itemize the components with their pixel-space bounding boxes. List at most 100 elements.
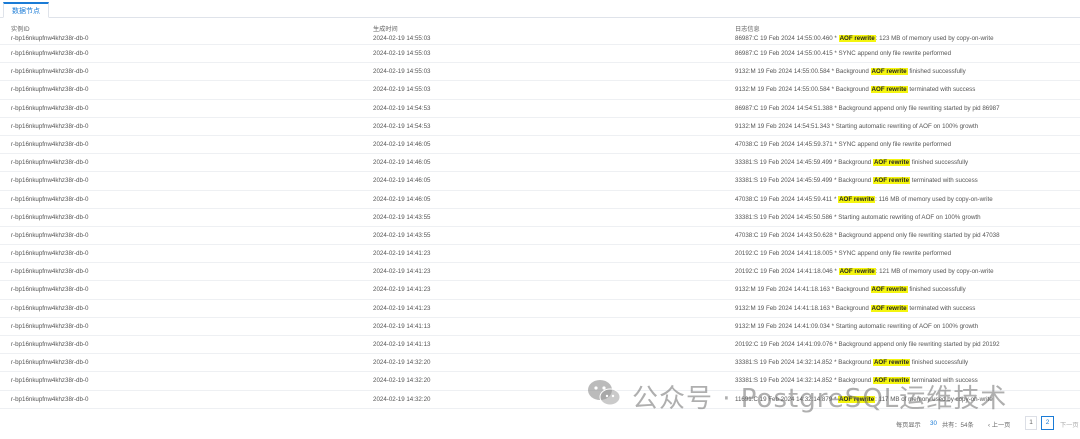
log-text: 9132:M 19 Feb 2024 14:54:51.343 * Starti… (735, 122, 979, 130)
cell-time: 2024-02-19 14:41:13 (373, 322, 431, 330)
cell-time: 2024-02-19 14:46:05 (373, 195, 431, 203)
cell-time: 2024-02-19 14:54:53 (373, 104, 431, 112)
table-row[interactable]: r-bp16nkupfnw4khz38r-db-0 2024-02-19 14:5… (0, 35, 1080, 45)
table-row[interactable]: r-bp16nkupfnw4khz38r-db-0 2024-02-19 14:4… (0, 209, 1080, 227)
log-text: 9132:M 19 Feb 2024 14:41:09.034 * Starti… (735, 322, 979, 330)
log-text-tail: terminated with success (907, 86, 976, 94)
cell-instance-id: r-bp16nkupfnw4khz38r-db-0 (11, 322, 89, 330)
cell-instance-id: r-bp16nkupfnw4khz38r-db-0 (11, 268, 89, 276)
cell-instance-id: r-bp16nkupfnw4khz38r-db-0 (11, 213, 89, 221)
cell-instance-id: r-bp16nkupfnw4khz38r-db-0 (11, 341, 89, 348)
log-highlight: AOF rewrite (872, 177, 911, 185)
cell-log: 9132:M 19 Feb 2024 14:55:00.584 * Backgr… (735, 68, 966, 76)
table-row[interactable]: r-bp16nkupfnw4khz38r-db-0 2024-02-19 14:5… (0, 81, 1080, 100)
table-row[interactable]: r-bp16nkupfnw4khz38r-db-0 2024-02-19 14:4… (0, 245, 1080, 264)
column-header-time[interactable]: 生成时间 (373, 24, 398, 33)
log-text-tail: finished successfully (910, 359, 969, 367)
log-text: 20192:C 19 Feb 2024 14:41:18.005 * SYNC … (735, 250, 952, 258)
cell-log: 47038:C 19 Feb 2024 14:43:50.628 * Backg… (735, 232, 1000, 239)
watermark: 公众号 · PostgreSQL运维技术 (586, 372, 1056, 416)
log-highlight: AOF rewrite (838, 268, 876, 276)
table-row[interactable]: r-bp16nkupfnw4khz38r-db-0 2024-02-19 14:4… (0, 154, 1080, 173)
watermark-text: 公众号 · PostgreSQL运维技术 (632, 384, 1008, 414)
page-button-1[interactable]: 1 (1025, 416, 1037, 430)
table-row[interactable]: r-bp16nkupfnw4khz38r-db-0 2024-02-19 14:4… (0, 172, 1080, 191)
page-button-2-current[interactable]: 2 (1041, 416, 1054, 430)
cell-instance-id: r-bp16nkupfnw4khz38r-db-0 (11, 177, 89, 185)
table-row[interactable]: r-bp16nkupfnw4khz38r-db-0 2024-02-19 14:4… (0, 336, 1080, 355)
page-size-select[interactable]: 30 (930, 420, 937, 427)
cell-instance-id: r-bp16nkupfnw4khz38r-db-0 (11, 50, 89, 57)
cell-log: 86987:C 19 Feb 2024 14:55:00.460 * AOF r… (735, 35, 994, 42)
table-row[interactable]: r-bp16nkupfnw4khz38r-db-0 2024-02-19 14:5… (0, 63, 1080, 82)
log-highlight: AOF rewrite (870, 68, 908, 76)
cell-log: 20192:C 19 Feb 2024 14:41:18.005 * SYNC … (735, 250, 951, 257)
table-row[interactable]: r-bp16nkupfnw4khz38r-db-0 2024-02-19 14:4… (0, 227, 1080, 246)
log-text-tail: finished successfully (910, 159, 969, 167)
cell-instance-id: r-bp16nkupfnw4khz38r-db-0 (11, 304, 89, 312)
cell-instance-id: r-bp16nkupfnw4khz38r-db-0 (11, 140, 89, 148)
table-row[interactable]: r-bp16nkupfnw4khz38r-db-0 2024-02-19 14:4… (0, 318, 1080, 336)
cell-instance-id: r-bp16nkupfnw4khz38r-db-0 (11, 377, 89, 385)
table-row[interactable]: r-bp16nkupfnw4khz38r-db-0 2024-02-19 14:5… (0, 118, 1080, 136)
table-row[interactable]: r-bp16nkupfnw4khz38r-db-0 2024-02-19 14:5… (0, 45, 1080, 64)
table-row[interactable]: r-bp16nkupfnw4khz38r-db-0 2024-02-19 14:4… (0, 191, 1080, 209)
cell-time: 2024-02-19 14:41:23 (373, 304, 431, 312)
cell-log: 9132:M 19 Feb 2024 14:55:00.584 * Backgr… (735, 86, 976, 94)
cell-time: 2024-02-19 14:46:05 (373, 177, 431, 185)
table-row[interactable]: r-bp16nkupfnw4khz38r-db-0 2024-02-19 14:4… (0, 281, 1080, 300)
log-highlight: AOF rewrite (838, 195, 876, 203)
log-text-tail: finished successfully (907, 286, 966, 294)
cell-time: 2024-02-19 14:55:03 (373, 68, 431, 76)
table-row[interactable]: r-bp16nkupfnw4khz38r-db-0 2024-02-19 14:4… (0, 136, 1080, 155)
table-body: r-bp16nkupfnw4khz38r-db-0 2024-02-19 14:5… (0, 35, 1080, 409)
total-count: 共有：54条 (942, 422, 974, 429)
table-row[interactable]: r-bp16nkupfnw4khz38r-db-0 2024-02-19 14:4… (0, 300, 1080, 318)
column-header-log[interactable]: 日志信息 (735, 24, 760, 33)
per-page-label: 每页显示 (896, 422, 921, 429)
log-text-tail: terminated with success (907, 304, 976, 312)
table-row[interactable]: r-bp16nkupfnw4khz38r-db-0 2024-02-19 14:4… (0, 263, 1080, 282)
tab-data-node[interactable]: 数据节点 (3, 2, 49, 18)
cell-time: 2024-02-19 14:43:55 (373, 213, 431, 221)
log-text: 33381:S 19 Feb 2024 14:45:59.499 * Backg… (735, 159, 873, 167)
cell-time: 2024-02-19 14:41:23 (373, 286, 431, 294)
cell-time: 2024-02-19 14:46:05 (373, 140, 431, 148)
cell-log: 33381:S 19 Feb 2024 14:45:59.499 * Backg… (735, 177, 978, 185)
log-text: 86987:C 19 Feb 2024 14:54:51.388 * Backg… (735, 104, 1000, 112)
prev-page-label: 上一页 (991, 422, 1011, 429)
log-highlight: AOF rewrite (872, 359, 911, 367)
cell-log: 9132:M 19 Feb 2024 14:41:18.163 * Backgr… (735, 304, 976, 312)
cell-log: 9132:M 19 Feb 2024 14:54:51.343 * Starti… (735, 123, 978, 130)
cell-log: 20192:C 19 Feb 2024 14:41:09.076 * Backg… (735, 341, 1000, 348)
cell-instance-id: r-bp16nkupfnw4khz38r-db-0 (11, 195, 89, 203)
cell-time: 2024-02-19 14:55:03 (373, 35, 431, 42)
next-page-button[interactable]: 下一页 (1060, 420, 1079, 429)
log-text: 47038:C 19 Feb 2024 14:45:59.411 * (735, 195, 839, 203)
pagination: 每页显示 30 共有：54条 ‹ 上一页 1 2 下一页 (0, 414, 1080, 439)
column-header-instance-id[interactable]: 实例ID (11, 24, 30, 33)
log-text: 33381:S 19 Feb 2024 14:45:50.586 * Start… (735, 213, 981, 221)
table-row[interactable]: r-bp16nkupfnw4khz38r-db-0 2024-02-19 14:3… (0, 354, 1080, 373)
prev-page-button[interactable]: ‹ 上一页 (988, 420, 1010, 429)
log-text: 20192:C 19 Feb 2024 14:41:18.046 * (735, 268, 839, 276)
cell-time: 2024-02-19 14:32:20 (373, 359, 431, 367)
log-highlight: AOF rewrite (870, 304, 908, 312)
log-highlight: AOF rewrite (872, 159, 911, 167)
log-highlight: AOF rewrite (870, 286, 908, 294)
table-header: 实例ID 生成时间 日志信息 (0, 21, 1080, 35)
cell-instance-id: r-bp16nkupfnw4khz38r-db-0 (11, 122, 89, 130)
cell-log: 86987:C 19 Feb 2024 14:54:51.388 * Backg… (735, 105, 1000, 112)
cell-time: 2024-02-19 14:43:55 (373, 231, 431, 239)
log-text: 33381:S 19 Feb 2024 14:45:59.499 * Backg… (735, 177, 873, 185)
cell-time: 2024-02-19 14:55:03 (373, 86, 431, 94)
cell-instance-id: r-bp16nkupfnw4khz38r-db-0 (11, 35, 89, 42)
cell-time: 2024-02-19 14:41:13 (373, 341, 431, 348)
log-text-tail: : 121 MB of memory used by copy-on-write (875, 268, 994, 276)
table-row[interactable]: r-bp16nkupfnw4khz38r-db-0 2024-02-19 14:5… (0, 100, 1080, 118)
cell-instance-id: r-bp16nkupfnw4khz38r-db-0 (11, 286, 89, 294)
tab-bar: 数据节点 (0, 0, 1080, 18)
log-text-tail: finished successfully (907, 68, 966, 76)
log-text: 9132:M 19 Feb 2024 14:41:18.163 * Backgr… (735, 304, 871, 312)
cell-instance-id: r-bp16nkupfnw4khz38r-db-0 (11, 231, 89, 239)
